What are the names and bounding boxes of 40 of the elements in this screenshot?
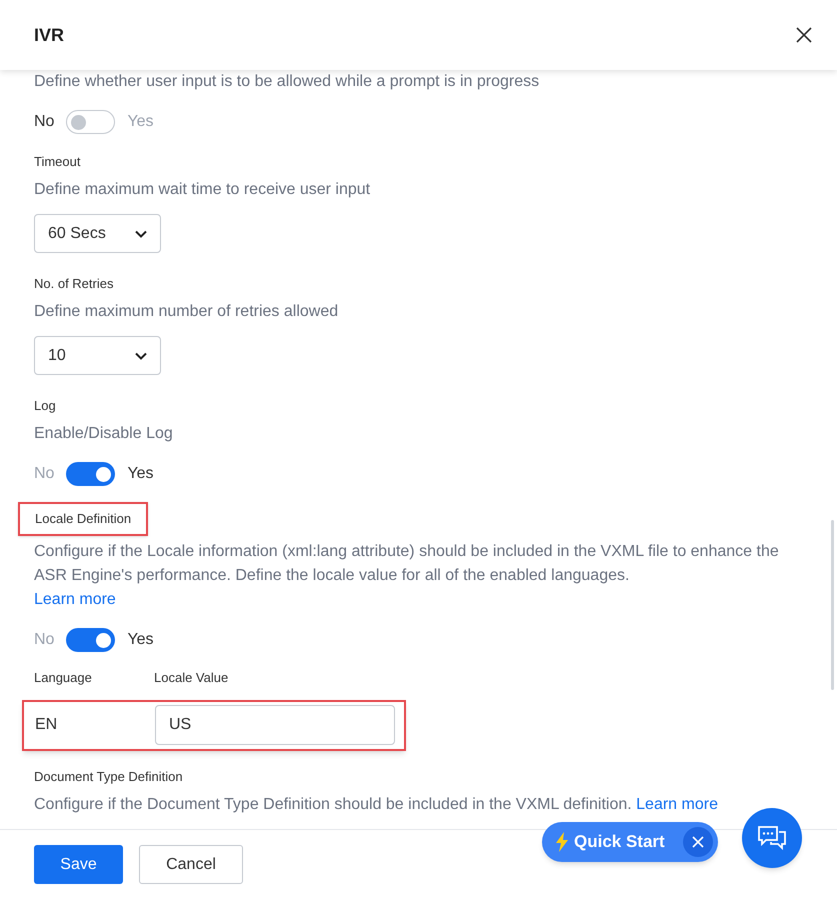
section-description: Configure if the Locale information (xml:lang attribute) should be included in the VXML file to enhance the ASR Engine's performance. Define the locale value for all of the enabled languages.: [34, 542, 779, 586]
section-description: Define whether user input is to be allowed while a prompt is in progress: [34, 72, 540, 92]
column-header: Language: [34, 669, 93, 687]
section-label: Log: [34, 398, 56, 413]
chevron-down-icon: [135, 230, 147, 238]
lightning-icon: [556, 832, 568, 852]
section-label: Locale Definition: [35, 511, 132, 526]
chevron-down-icon: [135, 352, 147, 360]
quick-start-button[interactable]: Quick Start: [542, 822, 718, 862]
close-icon[interactable]: [795, 26, 813, 44]
section-description: Enable/Disable Log: [34, 424, 174, 444]
save-button[interactable]: Save: [34, 845, 123, 884]
dropdown-select[interactable]: 60 Secs: [34, 214, 161, 253]
toggle-on-label: Yes: [127, 464, 154, 484]
dropdown-select[interactable]: 10: [34, 336, 161, 375]
toggle-switch[interactable]: [66, 462, 116, 486]
dialog-title: IVR: [34, 24, 64, 46]
section-label: No. of Retries: [34, 276, 114, 291]
cancel-button[interactable]: Cancel: [139, 845, 243, 884]
toggle-off-label: No: [34, 112, 54, 132]
section-label: Document Type Definition: [34, 768, 183, 784]
locale-value-field[interactable]: US: [155, 705, 395, 745]
toggle-switch[interactable]: [66, 110, 116, 134]
toggle-switch[interactable]: [66, 628, 116, 652]
scrollbar-thumb[interactable]: [831, 520, 834, 690]
close-icon[interactable]: [683, 827, 713, 857]
chat-button[interactable]: [742, 808, 802, 868]
toggle-off-label: No: [34, 464, 54, 484]
learn-more-link[interactable]: Learn more: [34, 588, 116, 612]
section-description: Configure if the Document Type Definition should be included in the VXML definition. Learn more: [34, 794, 719, 814]
section-label: Timeout: [34, 154, 80, 169]
section-description: Define maximum wait time to receive user input: [34, 180, 372, 200]
learn-more-link[interactable]: Learn more: [636, 796, 718, 812]
toggle-on-label: Yes: [127, 630, 154, 650]
toggle-off-label: No: [34, 630, 54, 650]
section-description: Define maximum number of retries allowed: [34, 302, 340, 322]
chat-icon: [757, 825, 787, 851]
column-header: Locale Value: [154, 669, 228, 687]
toggle-on-label: Yes: [127, 112, 154, 132]
language-cell-text: EN: [35, 715, 58, 735]
